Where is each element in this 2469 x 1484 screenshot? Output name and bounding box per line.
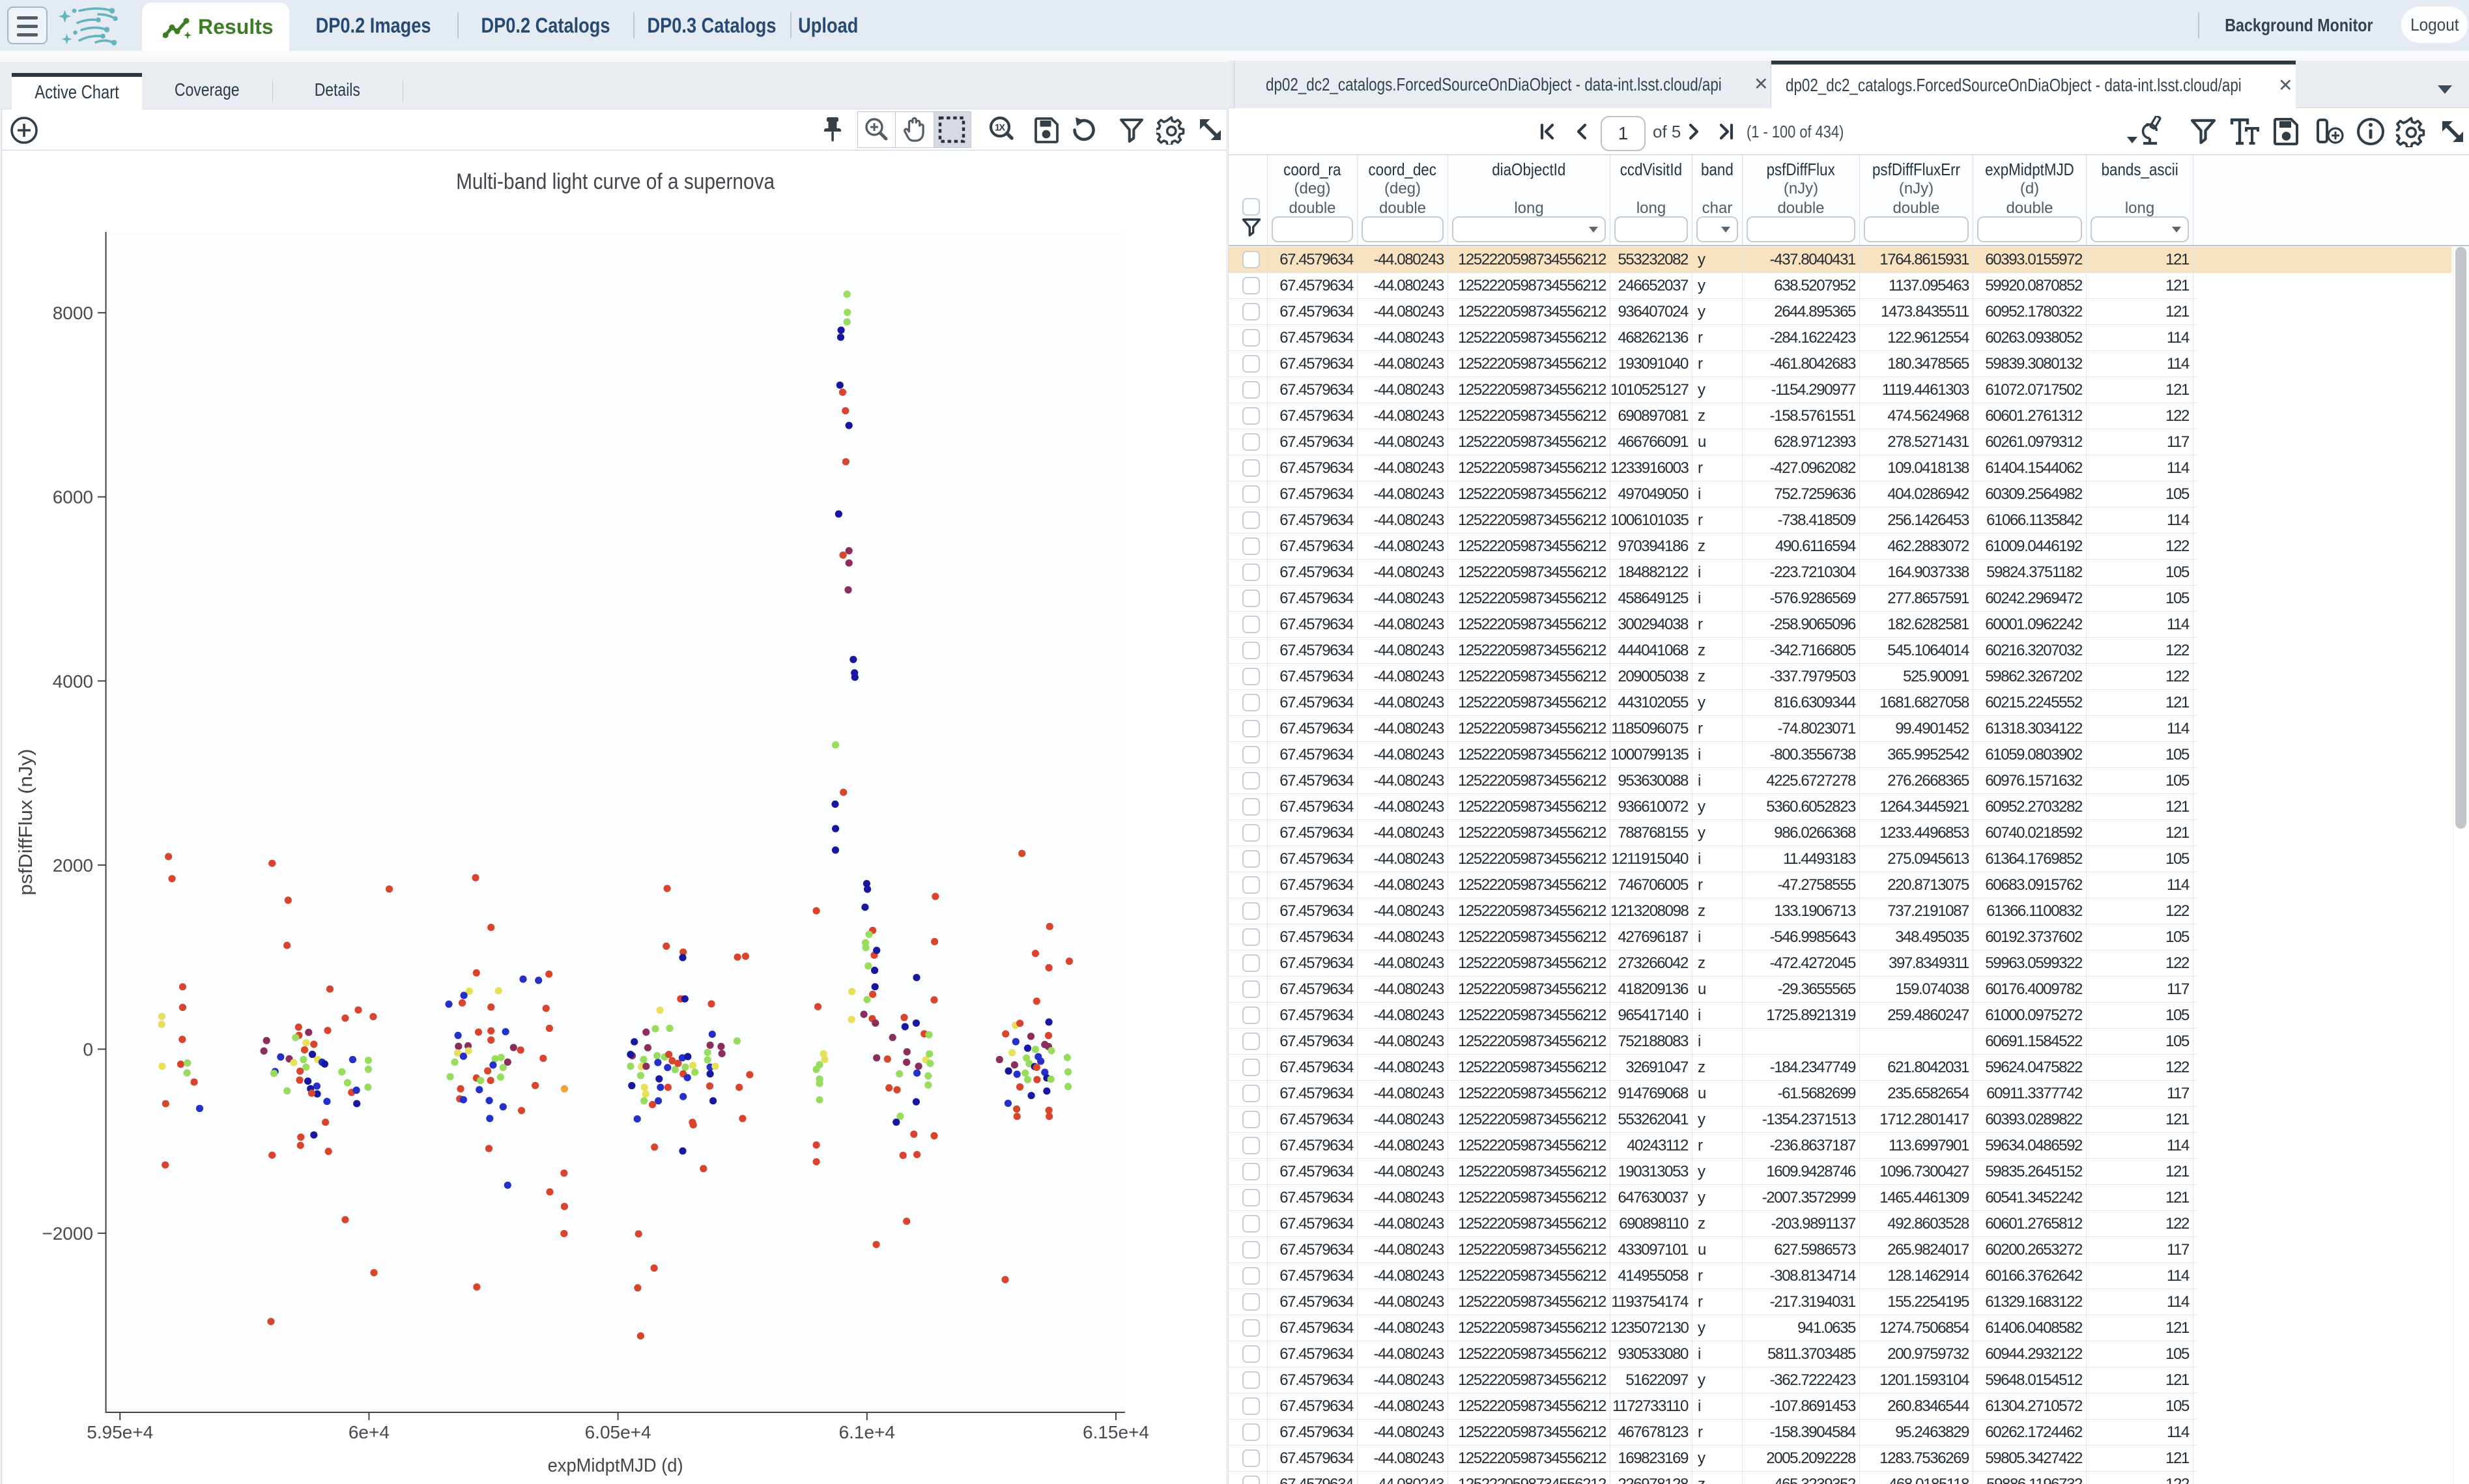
svg-text:−2000: −2000: [42, 1223, 93, 1244]
svg-text:2000: 2000: [53, 855, 93, 876]
svg-text:1X: 1X: [995, 123, 1005, 134]
svg-text:6.05e+4: 6.05e+4: [585, 1422, 651, 1442]
svg-text:psfDiffFlux (nJy): psfDiffFlux (nJy): [16, 749, 36, 896]
svg-text:Multi-band light curve of a su: Multi-band light curve of a supernova: [456, 169, 775, 194]
svg-text:4000: 4000: [53, 671, 93, 691]
svg-text:6.15e+4: 6.15e+4: [1083, 1422, 1149, 1442]
svg-text:expMidptMJD (d): expMidptMJD (d): [548, 1455, 683, 1476]
svg-text:6000: 6000: [53, 487, 93, 507]
svg-text:8000: 8000: [53, 303, 93, 323]
svg-text:6e+4: 6e+4: [349, 1422, 390, 1442]
svg-text:5.95e+4: 5.95e+4: [87, 1422, 153, 1442]
svg-text:6.1e+4: 6.1e+4: [839, 1422, 895, 1442]
svg-text:0: 0: [83, 1040, 93, 1060]
